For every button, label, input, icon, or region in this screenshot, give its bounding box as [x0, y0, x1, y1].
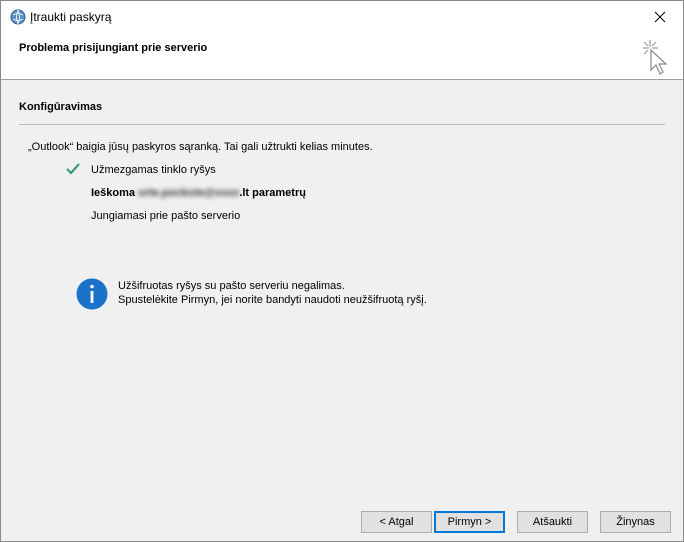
title-bar: Įtraukti paskyrą: [1, 1, 683, 33]
wizard-header: Problema prisijungiant prie serverio: [1, 33, 683, 80]
intro-text: „Outlook“ baigia jūsų paskyros sąranką. …: [28, 141, 373, 153]
close-button[interactable]: [637, 1, 683, 33]
step-search: Ieškoma urte.pockute@xxxx.lt parametrų: [91, 187, 306, 199]
step-network: Užmezgamas tinklo ryšys: [91, 164, 216, 176]
sparkle-cursor-icon: [643, 40, 668, 75]
header-title: Problema prisijungiant prie serverio: [19, 42, 208, 54]
step-search-prefix: Ieškoma: [91, 187, 136, 199]
next-button[interactable]: Pirmyn >: [434, 511, 505, 533]
add-account-dialog: Įtraukti paskyrą Problema prisijungiant …: [0, 0, 684, 542]
window-title: Įtraukti paskyrą: [30, 10, 112, 24]
back-button[interactable]: < Atgal: [361, 511, 432, 533]
info-line-1: Užšifruotas ryšys su pašto serveriu nega…: [118, 280, 345, 292]
help-button[interactable]: Žinynas: [600, 511, 671, 533]
step-search-suffix: .lt parametrų: [239, 187, 306, 199]
blurred-email: urte.pockute@xxxx: [138, 187, 240, 199]
section-divider: [19, 124, 665, 125]
checkmark-icon: [66, 163, 80, 175]
info-line-2: Spustelėkite Pirmyn, jei norite bandyti …: [118, 294, 427, 306]
info-message: Užšifruotas ryšys su pašto serveriu nega…: [118, 279, 427, 307]
outlook-globe-icon: [10, 9, 26, 25]
section-title: Konfigūravimas: [19, 101, 103, 113]
step-connect: Jungiamasi prie pašto serverio: [91, 210, 241, 222]
close-icon: [654, 11, 666, 23]
cancel-button[interactable]: Atšaukti: [517, 511, 588, 533]
info-icon: [76, 278, 108, 310]
